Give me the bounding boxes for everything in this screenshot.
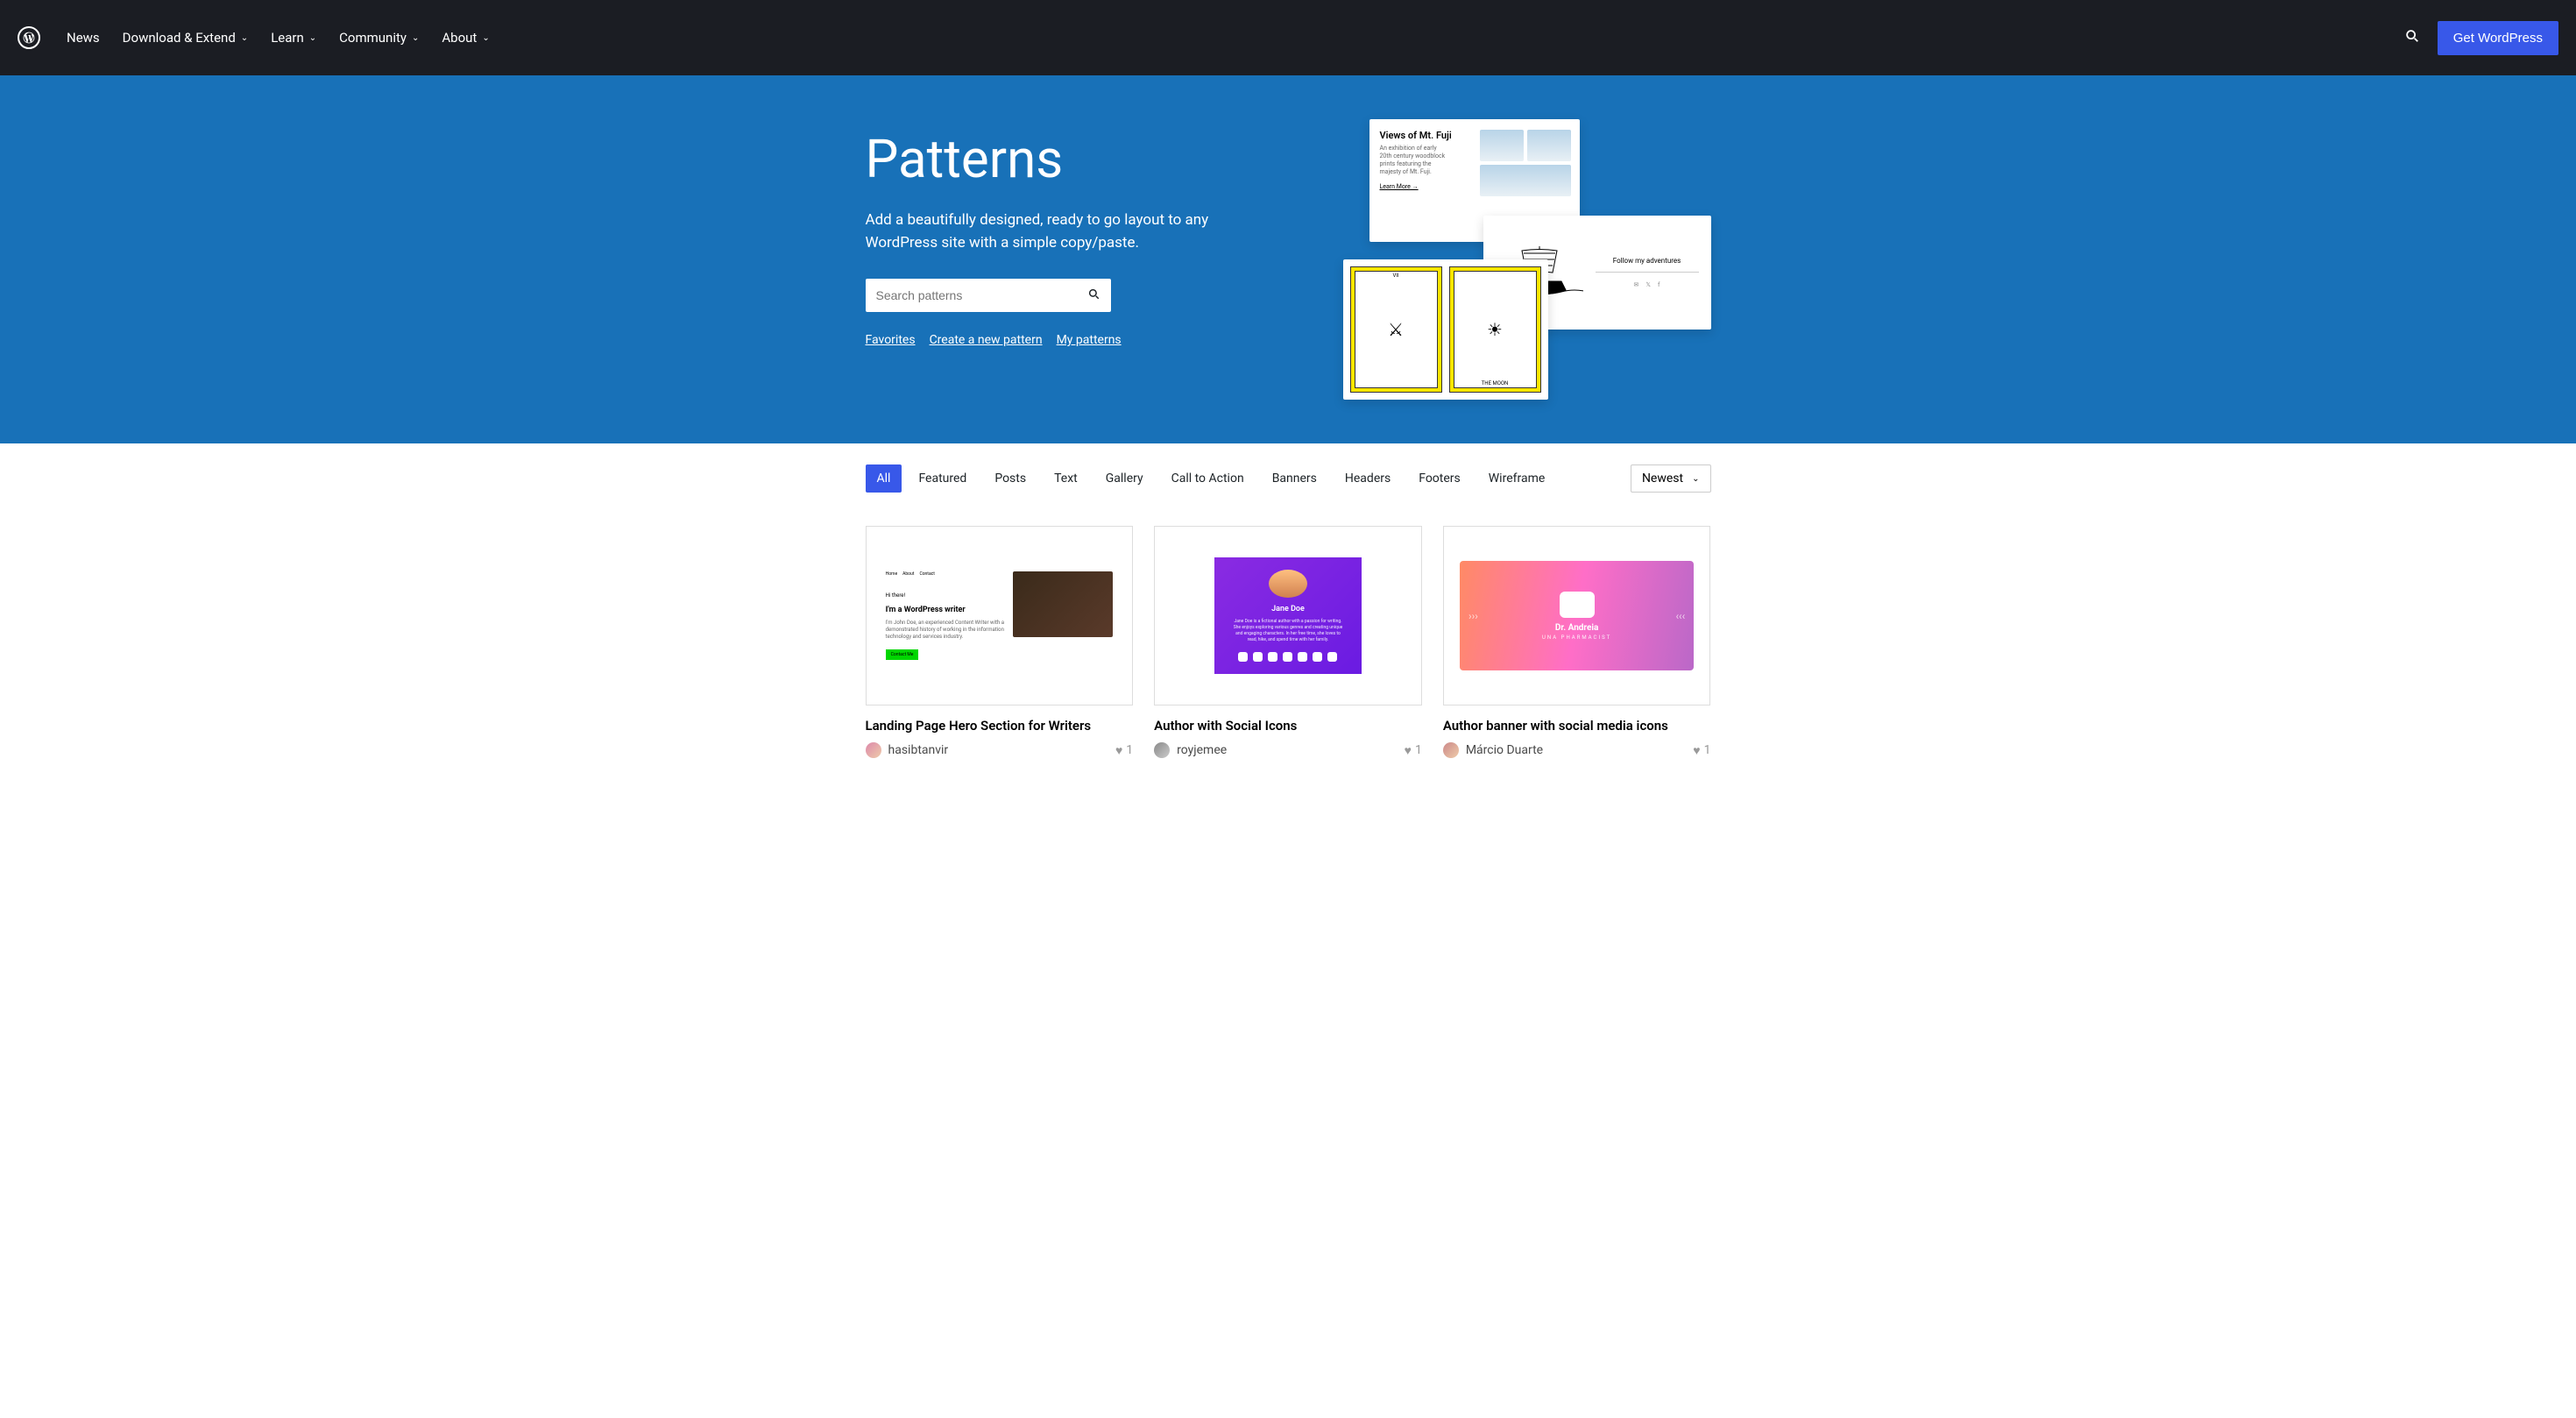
heart-icon: ♥ <box>1693 743 1700 758</box>
sort-dropdown[interactable]: Newest ⌄ <box>1631 464 1711 493</box>
tab-banners[interactable]: Banners <box>1261 464 1328 493</box>
tab-posts[interactable]: Posts <box>983 464 1037 493</box>
hero-graphic: Views of Mt. Fuji An exhibition of early… <box>1343 119 1711 400</box>
get-wordpress-button[interactable]: Get WordPress <box>2438 21 2558 55</box>
chevron-down-icon: ⌄ <box>309 33 316 43</box>
chevron-down-icon: ⌄ <box>1692 474 1699 484</box>
nav-download[interactable]: Download & Extend⌄ <box>123 30 249 46</box>
filter-bar: All Featured Posts Text Gallery Call to … <box>866 464 1711 493</box>
nav-about[interactable]: About⌄ <box>442 30 489 46</box>
pattern-title[interactable]: Landing Page Hero Section for Writers <box>866 718 1134 734</box>
link-favorites[interactable]: Favorites <box>866 333 916 347</box>
chevron-down-icon: ⌄ <box>412 33 419 43</box>
hero-section: Patterns Add a beautifully designed, rea… <box>0 75 2576 443</box>
page-title: Patterns <box>866 128 1308 190</box>
pattern-preview[interactable]: HomeAboutContact Hi there! I'm a WordPre… <box>866 526 1134 705</box>
tab-text[interactable]: Text <box>1043 464 1089 493</box>
chevron-down-icon: ⌄ <box>482 33 489 43</box>
author-link[interactable]: royjemee <box>1177 743 1397 757</box>
avatar[interactable] <box>866 742 881 758</box>
hero-description: Add a beautifully designed, ready to go … <box>866 209 1269 254</box>
chevron-down-icon: ⌄ <box>241 33 248 43</box>
pattern-title[interactable]: Author with Social Icons <box>1154 718 1422 734</box>
pattern-preview[interactable]: Jane Doe Jane Doe is a fictional author … <box>1154 526 1422 705</box>
content-section: All Featured Posts Text Gallery Call to … <box>866 443 1711 779</box>
tab-headers[interactable]: Headers <box>1334 464 1402 493</box>
search-icon[interactable] <box>1087 287 1100 304</box>
like-button[interactable]: ♥1 <box>1693 743 1710 758</box>
pattern-preview[interactable]: ››› Dr. Andreia UNA PHARMACIST ‹‹‹ <box>1443 526 1711 705</box>
category-tabs: All Featured Posts Text Gallery Call to … <box>866 464 1631 493</box>
like-button[interactable]: ♥1 <box>1405 743 1422 758</box>
primary-nav: News Download & Extend⌄ Learn⌄ Community… <box>67 30 2404 46</box>
tab-all[interactable]: All <box>866 464 902 493</box>
avatar[interactable] <box>1443 742 1459 758</box>
nav-community[interactable]: Community⌄ <box>339 30 419 46</box>
search-box[interactable] <box>866 279 1111 312</box>
avatar[interactable] <box>1154 742 1170 758</box>
pattern-card: ››› Dr. Andreia UNA PHARMACIST ‹‹‹ Autho… <box>1443 526 1711 758</box>
search-input[interactable] <box>876 288 1087 302</box>
tab-cta[interactable]: Call to Action <box>1160 464 1256 493</box>
author-link[interactable]: hasibtanvir <box>888 743 1108 757</box>
pattern-card: HomeAboutContact Hi there! I'm a WordPre… <box>866 526 1134 758</box>
nav-news[interactable]: News <box>67 30 100 46</box>
main-header: News Download & Extend⌄ Learn⌄ Community… <box>0 0 2576 75</box>
hero-card-tarot: ⚔VII ☀THE MOON <box>1343 259 1548 400</box>
author-link[interactable]: Márcio Duarte <box>1466 743 1686 757</box>
nav-learn[interactable]: Learn⌄ <box>271 30 316 46</box>
like-button[interactable]: ♥1 <box>1115 743 1133 758</box>
header-right: Get WordPress <box>2404 21 2558 55</box>
heart-icon: ♥ <box>1405 743 1412 758</box>
link-my-patterns[interactable]: My patterns <box>1057 333 1122 347</box>
tab-wireframe[interactable]: Wireframe <box>1477 464 1557 493</box>
tab-featured[interactable]: Featured <box>907 464 978 493</box>
pattern-title[interactable]: Author banner with social media icons <box>1443 718 1711 734</box>
tab-footers[interactable]: Footers <box>1407 464 1472 493</box>
pattern-card: Jane Doe Jane Doe is a fictional author … <box>1154 526 1422 758</box>
link-create-pattern[interactable]: Create a new pattern <box>930 333 1043 347</box>
tab-gallery[interactable]: Gallery <box>1094 464 1155 493</box>
heart-icon: ♥ <box>1115 743 1122 758</box>
social-icons: ✉𝕏f <box>1596 281 1699 288</box>
search-icon[interactable] <box>2404 28 2420 48</box>
pattern-grid: HomeAboutContact Hi there! I'm a WordPre… <box>866 526 1711 758</box>
wordpress-logo[interactable] <box>18 26 40 49</box>
hero-links: Favorites Create a new pattern My patter… <box>866 333 1308 347</box>
